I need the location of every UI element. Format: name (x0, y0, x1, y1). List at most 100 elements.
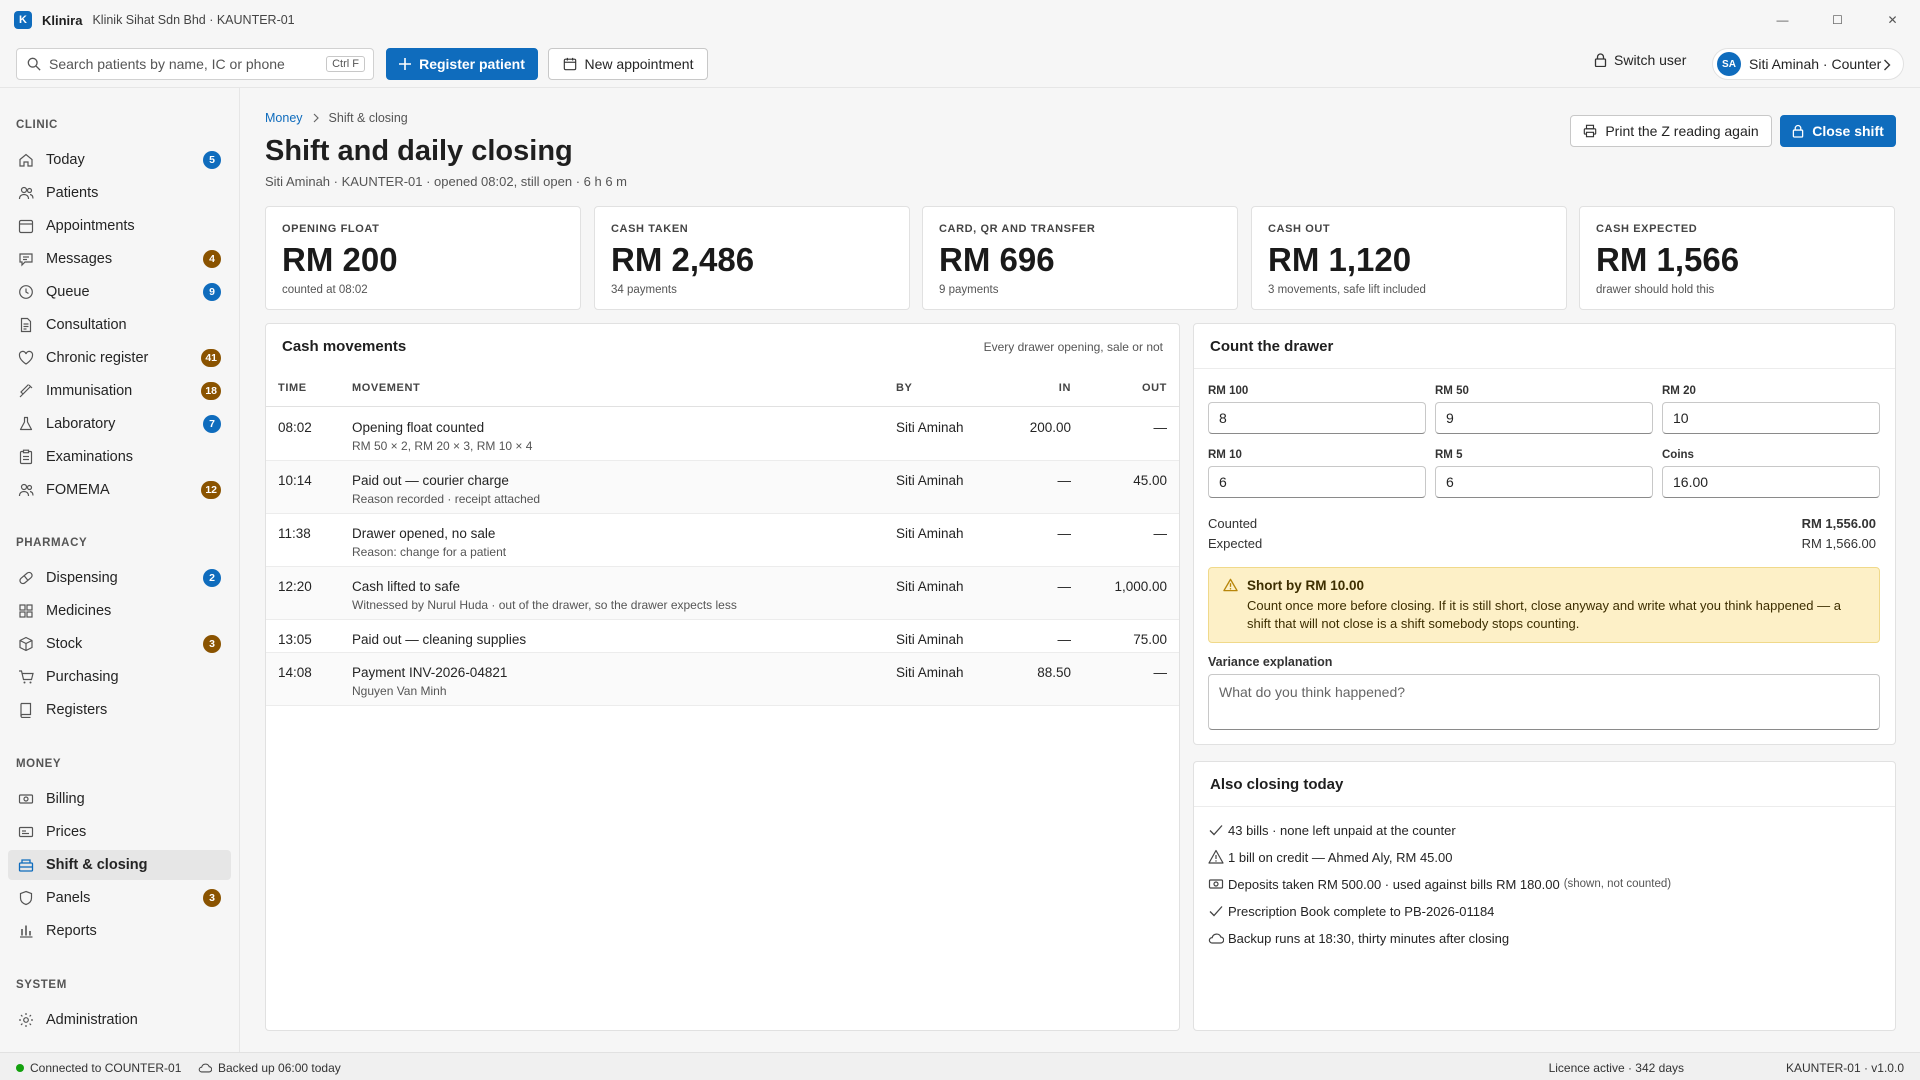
search-box[interactable]: Ctrl F (16, 48, 374, 80)
sidebar-item-today[interactable]: Today 5 (8, 145, 231, 175)
price-tag-icon (18, 824, 34, 840)
sidebar-item-label: Medicines (46, 603, 112, 619)
connection-status: Connected to COUNTER-01 (16, 1061, 181, 1075)
cell-out: 45.00 (1133, 473, 1167, 488)
print-z-reading-button[interactable]: Print the Z reading again (1570, 115, 1772, 147)
warning-icon (1208, 849, 1224, 865)
cell-time: 14:08 (278, 665, 312, 680)
cell-in: — (1057, 632, 1072, 647)
sidebar-item-laboratory[interactable]: Laboratory 7 (8, 409, 231, 439)
count-badge: 9 (203, 283, 221, 301)
sidebar-item-medicines[interactable]: Medicines (8, 596, 231, 626)
cell-in: 200.00 (1029, 420, 1071, 435)
sidebar-item-examinations[interactable]: Examinations (8, 442, 231, 472)
sidebar-item-registers[interactable]: Registers (8, 695, 231, 725)
table-row[interactable]: 08:02 Opening float counted Siti Aminah 200… (266, 408, 1179, 461)
sidebar-item-shift-closing[interactable]: Shift & closing (8, 850, 231, 880)
sidebar-item-queue[interactable]: Queue 9 (8, 277, 231, 307)
syringe-icon (18, 383, 34, 399)
column-header-out[interactable]: OUT (1142, 382, 1167, 394)
breadcrumb-money-link[interactable]: Money (265, 111, 303, 125)
denom-coins-input[interactable] (1662, 466, 1880, 498)
column-header-movement[interactable]: MOVEMENT (352, 382, 420, 394)
user-menu[interactable]: SA Siti Aminah · Counter (1712, 48, 1904, 80)
cell-by: Siti Aminah (896, 420, 964, 435)
cell-movement-detail: Witnessed by Nurul Huda · out of the dra… (352, 598, 737, 612)
sidebar-item-dispensing[interactable]: Dispensing 2 (8, 563, 231, 593)
sidebar-item-panels[interactable]: Panels 3 (8, 883, 231, 913)
sidebar-item-label: Registers (46, 702, 108, 718)
search-input[interactable] (49, 56, 319, 72)
count-badge: 2 (203, 569, 221, 587)
divider (1194, 806, 1895, 807)
box-icon (18, 636, 34, 652)
denom-rm50-input[interactable] (1435, 402, 1653, 434)
denom-rm100-input[interactable] (1208, 402, 1426, 434)
sidebar-item-immunisation[interactable]: Immunisation 18 (8, 376, 231, 406)
maximize-button[interactable]: ☐ (1810, 0, 1865, 40)
sidebar-item-fomema[interactable]: FOMEMA 12 (8, 475, 231, 505)
sidebar-item-appointments[interactable]: Appointments (8, 211, 231, 241)
column-header-by[interactable]: BY (896, 382, 912, 394)
sidebar-item-label: Messages (46, 251, 113, 267)
sidebar-item-administration[interactable]: Administration (8, 1005, 231, 1035)
cell-in: 88.50 (1037, 665, 1071, 680)
table-row[interactable]: 10:14 Paid out — courier charge Siti Amina… (266, 461, 1179, 514)
switch-user-button[interactable]: Switch user (1594, 52, 1686, 68)
sidebar-item-messages[interactable]: Messages 4 (8, 244, 231, 274)
cell-time: 11:38 (278, 526, 311, 541)
sidebar-item-label: Purchasing (46, 669, 119, 685)
register-patient-button[interactable]: Register patient (386, 48, 538, 80)
sidebar-item-prices[interactable]: Prices (8, 817, 231, 847)
new-appointment-button[interactable]: New appointment (548, 48, 708, 80)
cell-movement-detail: RM 50 × 2, RM 20 × 3, RM 10 × 4 (352, 439, 533, 453)
count-drawer-card: Count the drawer RM 100 RM 50 RM 20 RM 1… (1193, 323, 1896, 745)
sidebar-item-consultation[interactable]: Consultation (8, 310, 231, 340)
cell-movement-detail: Reason: change for a patient (352, 545, 507, 559)
sidebar-item-label: Stock (46, 636, 83, 652)
sidebar-item-reports[interactable]: Reports (8, 916, 231, 946)
list-item-text: Deposits taken RM 500.00 · used against … (1228, 876, 1560, 892)
calendar-icon (18, 218, 34, 234)
window-controls: — ☐ ✕ (1755, 0, 1920, 40)
sidebar-item-label: Administration (46, 1012, 138, 1028)
list-item-text: Prescription Book complete to PB-2026-01… (1228, 903, 1495, 919)
sidebar-item-billing[interactable]: Billing (8, 784, 231, 814)
sidebar-item-chronic-register[interactable]: Chronic register 41 (8, 343, 231, 373)
sidebar-item-label: FOMEMA (46, 482, 110, 498)
denom-rm10-input[interactable] (1208, 466, 1426, 498)
table-row[interactable]: 13:05 Paid out — cleaning supplies Siti Am… (266, 620, 1179, 653)
close-shift-label: Close shift (1812, 123, 1884, 139)
print-z-reading-label: Print the Z reading again (1605, 123, 1759, 139)
denom-label: RM 10 (1208, 449, 1242, 461)
close-shift-button[interactable]: Close shift (1780, 115, 1896, 147)
table-row[interactable]: 12:20 Cash lifted to safe Siti Aminah — 1,00… (266, 567, 1179, 620)
sidebar-item-stock[interactable]: Stock 3 (8, 629, 231, 659)
cell-in: — (1057, 473, 1072, 488)
plus-icon (399, 58, 412, 70)
home-icon (18, 152, 34, 168)
heart-icon (18, 350, 34, 366)
denom-label: RM 20 (1662, 385, 1696, 397)
kpi-note: 9 payments (939, 284, 999, 296)
denom-rm5-input[interactable] (1435, 466, 1653, 498)
denom-rm20-input[interactable] (1662, 402, 1880, 434)
card-title: Also closing today (1210, 776, 1344, 793)
minimize-button[interactable]: — (1755, 0, 1810, 40)
table-row[interactable]: 14:08 Payment INV-2026-04821 Siti Aminah 88… (266, 653, 1179, 706)
close-window-button[interactable]: ✕ (1865, 0, 1920, 40)
cell-movement-detail: Nguyen Van Minh (352, 684, 447, 698)
column-header-time[interactable]: TIME (278, 382, 307, 394)
page-title: Shift and daily closing (265, 135, 573, 167)
window-subtitle: Klinik Sihat Sdn Bhd · KAUNTER-01 (92, 13, 295, 27)
cash-register-icon (18, 857, 34, 873)
table-row[interactable]: 11:38 Drawer opened, no sale Siti Aminah — —… (266, 514, 1179, 567)
variance-explanation-field[interactable] (1208, 674, 1880, 730)
sidebar-item-label: Today (46, 152, 85, 168)
sidebar-item-label: Patients (46, 185, 99, 201)
sidebar-item-purchasing[interactable]: Purchasing (8, 662, 231, 692)
sidebar-item-patients[interactable]: Patients (8, 178, 231, 208)
cell-movement: Cash lifted to safe (352, 579, 461, 594)
column-header-in[interactable]: IN (1059, 382, 1071, 394)
sidebar-item-label: Billing (46, 791, 85, 807)
